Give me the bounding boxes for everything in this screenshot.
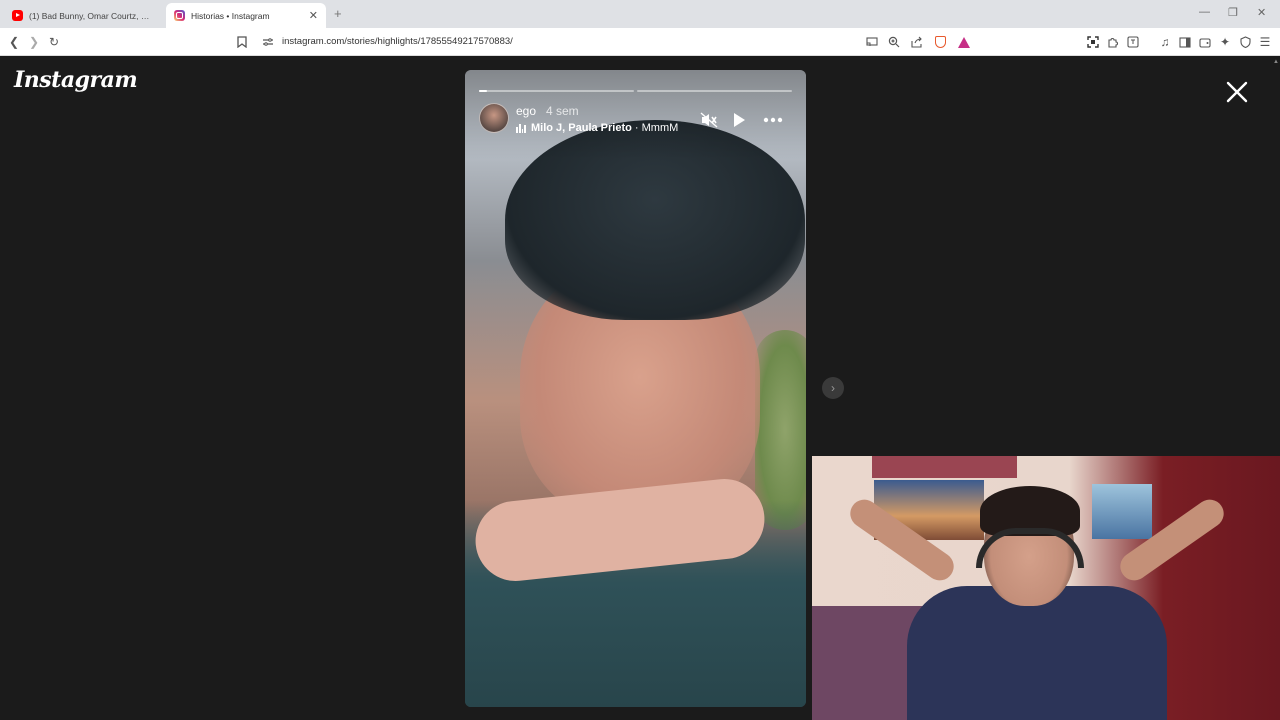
minimize-icon[interactable]: —	[1199, 6, 1210, 18]
tab-title: (1) Bad Bunny, Omar Courtz, Dei V -	[29, 10, 152, 21]
instagram-icon	[174, 10, 185, 21]
muted-speaker-icon[interactable]	[699, 110, 719, 130]
play-icon[interactable]	[729, 110, 749, 130]
browser-toolbar: ❮ ❯ ↻ instagram.com/stories/highlights/1…	[0, 28, 1280, 56]
extensions-icon[interactable]	[1105, 34, 1121, 50]
music-artist: Milo J, Paula Prieto	[531, 122, 632, 134]
chevron-right-icon[interactable]: ›	[822, 377, 844, 399]
restore-icon[interactable]: ❐	[1228, 6, 1238, 19]
webcam-poster	[872, 456, 1017, 478]
tab-youtube[interactable]: (1) Bad Bunny, Omar Courtz, Dei V -	[4, 3, 160, 28]
scroll-up-icon[interactable]: ▲	[1273, 59, 1279, 65]
music-bars-icon	[516, 123, 526, 133]
sidebar-icon[interactable]	[1177, 34, 1193, 50]
tab-close-icon[interactable]: ✕	[309, 9, 318, 22]
new-tab-button[interactable]: +	[334, 6, 342, 21]
site-settings-icon[interactable]	[260, 34, 276, 50]
story-media[interactable]: ego 4 sem Milo J, Paula Prieto · MmmM	[465, 70, 806, 707]
share-icon[interactable]	[909, 34, 925, 50]
webcam-poster	[1092, 484, 1152, 539]
tab-instagram[interactable]: Historias • Instagram ✕	[166, 3, 326, 28]
instagram-logo[interactable]: Instagram	[14, 67, 138, 93]
story-username[interactable]: ego	[516, 104, 536, 118]
story-timestamp: 4 sem	[546, 104, 579, 118]
music-separator: ·	[631, 122, 642, 134]
story-progress-fill	[479, 90, 487, 92]
translate-icon[interactable]	[1125, 34, 1141, 50]
wallet-icon[interactable]	[1197, 34, 1213, 50]
zoom-icon[interactable]	[886, 34, 902, 50]
brave-shield-icon[interactable]	[932, 34, 948, 50]
cast-icon[interactable]	[864, 34, 880, 50]
webcam-shirt	[907, 586, 1167, 720]
brave-rewards-icon[interactable]	[956, 34, 972, 50]
screenshot-icon[interactable]	[1085, 34, 1101, 50]
avatar[interactable]	[479, 103, 509, 133]
browser-tab-bar: (1) Bad Bunny, Omar Courtz, Dei V - Hist…	[0, 0, 1280, 28]
webcam-overlay	[812, 456, 1280, 720]
story-progress-segment	[637, 90, 792, 92]
close-icon[interactable]	[1222, 77, 1252, 107]
forward-icon[interactable]: ❯	[26, 34, 42, 50]
leo-ai-icon[interactable]: ✦	[1217, 34, 1233, 50]
youtube-icon	[12, 10, 23, 21]
story-music-label[interactable]: Milo J, Paula Prieto · MmmM	[531, 122, 678, 134]
media-icon[interactable]: ♫	[1157, 34, 1173, 50]
menu-icon[interactable]: ☰	[1257, 34, 1273, 50]
back-icon[interactable]: ❮	[6, 34, 22, 50]
reload-icon[interactable]: ↻	[46, 34, 62, 50]
bookmark-icon[interactable]	[234, 34, 250, 50]
vpn-icon[interactable]	[1237, 34, 1253, 50]
more-options-icon[interactable]	[763, 110, 783, 130]
address-bar[interactable]: instagram.com/stories/highlights/1785554…	[282, 36, 513, 47]
music-title: MmmM	[641, 122, 679, 134]
story-progress-segment	[479, 90, 634, 92]
tab-title: Historias • Instagram	[191, 10, 270, 21]
window-close-icon[interactable]: ✕	[1257, 6, 1266, 19]
